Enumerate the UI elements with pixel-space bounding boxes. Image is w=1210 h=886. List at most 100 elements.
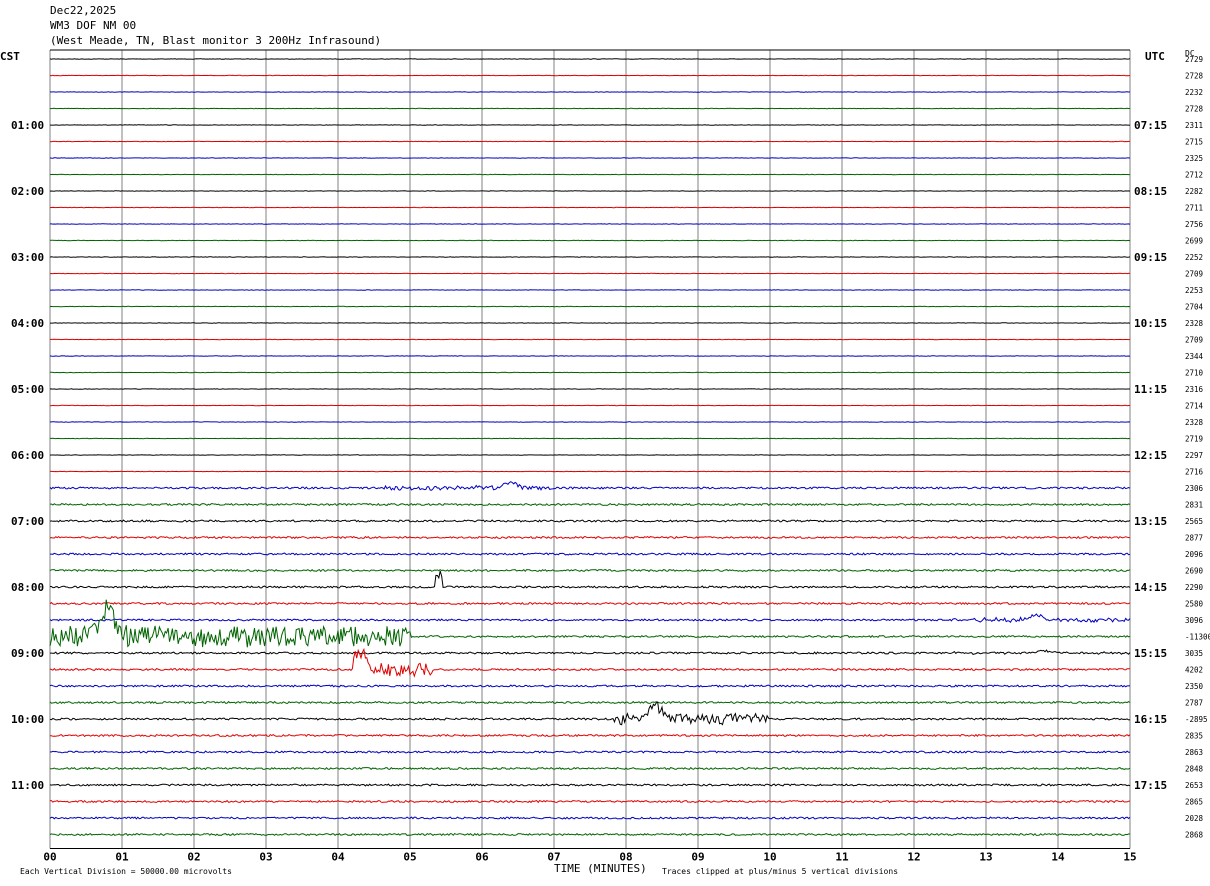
trace-line xyxy=(49,481,1131,491)
trace-line xyxy=(49,733,1131,738)
x-tick-label: 04 xyxy=(331,851,345,864)
dc-offset-label: 2709 xyxy=(1185,336,1203,345)
dc-offset-label: 2709 xyxy=(1185,270,1203,279)
traces xyxy=(49,58,1131,837)
cst-hour-label: 01:00 xyxy=(11,119,44,132)
dc-offset-label: 2325 xyxy=(1185,154,1203,163)
trace-line xyxy=(49,750,1131,754)
x-tick-label: 14 xyxy=(1051,851,1065,864)
dc-offset-label: 2729 xyxy=(1185,55,1203,64)
trace-line xyxy=(49,519,1131,523)
utc-hour-label: 15:15 xyxy=(1134,647,1167,660)
dc-offset-label: -2895 xyxy=(1185,715,1208,724)
dc-offset-label: 2714 xyxy=(1185,402,1204,411)
utc-hour-label: 09:15 xyxy=(1134,251,1167,264)
trace-line xyxy=(50,570,1131,589)
cst-hour-label: 05:00 xyxy=(11,383,44,396)
cst-hour-label: 07:00 xyxy=(11,515,44,528)
cst-hour-label: 06:00 xyxy=(11,449,44,462)
dc-offset-label: 2848 xyxy=(1185,765,1204,774)
utc-hour-label: 14:15 xyxy=(1134,581,1167,594)
cst-hour-label: 02:00 xyxy=(11,185,44,198)
utc-hour-label: 17:15 xyxy=(1134,779,1167,792)
trace-line xyxy=(49,599,1131,648)
cst-hour-label: 09:00 xyxy=(11,647,44,660)
utc-hour-label: 12:15 xyxy=(1134,449,1167,462)
trace-line xyxy=(49,613,1131,623)
dc-offset-label: 2728 xyxy=(1185,105,1204,114)
utc-hour-label: 07:15 xyxy=(1134,119,1167,132)
x-tick-label: 11 xyxy=(835,851,849,864)
x-tick-label: 03 xyxy=(259,851,272,864)
dc-offset-label: 2328 xyxy=(1185,418,1204,427)
trace-line xyxy=(49,783,1131,787)
dc-offset-label: 2699 xyxy=(1185,237,1203,246)
utc-hour-label: 10:15 xyxy=(1134,317,1167,330)
x-axis-title: TIME (MINUTES) xyxy=(554,862,647,875)
dc-offset-label: 2865 xyxy=(1185,798,1203,807)
dc-offset-label: 3035 xyxy=(1185,649,1203,658)
x-tick-label: 13 xyxy=(979,851,992,864)
cst-hour-label: 11:00 xyxy=(11,779,44,792)
dc-offset-label: 2297 xyxy=(1185,451,1203,460)
cst-hour-label: 03:00 xyxy=(11,251,44,264)
cst-hour-label: 10:00 xyxy=(11,713,44,726)
dc-offset-label: 2290 xyxy=(1185,583,1204,592)
dc-offset-label: 2316 xyxy=(1185,385,1204,394)
x-tick-label: 05 xyxy=(403,851,416,864)
dc-offset-label: 2704 xyxy=(1185,303,1204,312)
dc-offset-label: -11300 xyxy=(1185,633,1210,642)
x-tick-label: 00 xyxy=(43,851,56,864)
dc-offset-label: 2719 xyxy=(1185,435,1203,444)
dc-offset-label: 2868 xyxy=(1185,831,1204,840)
trace-line xyxy=(49,816,1131,820)
dc-offset-label: 3096 xyxy=(1185,616,1204,625)
trace-line xyxy=(50,552,1131,556)
dc-offset-label: 2282 xyxy=(1185,187,1203,196)
grid xyxy=(49,49,1131,849)
dc-offset-label: 2715 xyxy=(1185,138,1203,147)
trace-line xyxy=(49,502,1131,507)
dc-offset-label: 2787 xyxy=(1185,699,1203,708)
dc-offset-label: 4202 xyxy=(1185,666,1203,675)
utc-hour-label: 16:15 xyxy=(1134,713,1167,726)
dc-offset-label: 2028 xyxy=(1185,814,1204,823)
x-tick-label: 10 xyxy=(763,851,776,864)
trace-line xyxy=(49,535,1130,540)
dc-offset-label: 2565 xyxy=(1185,517,1203,526)
dc-offset-label: 2690 xyxy=(1185,567,1204,576)
x-tick-label: 06 xyxy=(475,851,489,864)
dc-offset-label: 2728 xyxy=(1185,72,1204,81)
dc-offset-label: 2835 xyxy=(1185,732,1203,741)
dc-offset-label: 2710 xyxy=(1185,369,1204,378)
dc-offset-label: 2711 xyxy=(1185,204,1203,213)
scale-note: Each Vertical Division = 50000.00 microv… xyxy=(20,867,232,876)
x-tick-label: 02 xyxy=(187,851,200,864)
trace-line xyxy=(49,601,1131,606)
helicorder-plot: 2729 2728 2232 2728 2311 2715 2325 2712 2282 2711… xyxy=(11,49,1210,864)
trace-line xyxy=(49,832,1131,837)
dc-offset-label: 2653 xyxy=(1185,781,1203,790)
utc-hour-label: 11:15 xyxy=(1134,383,1167,396)
trace-line xyxy=(49,701,1131,726)
x-tick-label: 12 xyxy=(907,851,920,864)
clip-note: Traces clipped at plus/minus 5 vertical … xyxy=(662,867,899,876)
dc-offset-label: 2712 xyxy=(1185,171,1203,180)
dc-offset-label: 2831 xyxy=(1185,501,1203,510)
cst-hour-label: 08:00 xyxy=(11,581,44,594)
dc-offset-label: 2096 xyxy=(1185,550,1204,559)
dc-offset-label: 2863 xyxy=(1185,748,1203,757)
trace-line xyxy=(50,649,1131,655)
trace-line xyxy=(49,568,1131,573)
dc-offset-label: 2311 xyxy=(1185,121,1203,130)
dc-offset-label: 2253 xyxy=(1185,286,1203,295)
dc-offset-label: 2580 xyxy=(1185,600,1204,609)
dc-offset-label: 2877 xyxy=(1185,534,1203,543)
x-tick-label: 01 xyxy=(115,851,129,864)
dc-offset-label: 2716 xyxy=(1185,468,1204,477)
x-tick-label: 09 xyxy=(691,851,704,864)
cst-hour-label: 04:00 xyxy=(11,317,44,330)
dc-offset-label: 2344 xyxy=(1185,352,1204,361)
utc-hour-label: 08:15 xyxy=(1134,185,1167,198)
dc-offset-label: 2252 xyxy=(1185,253,1203,262)
